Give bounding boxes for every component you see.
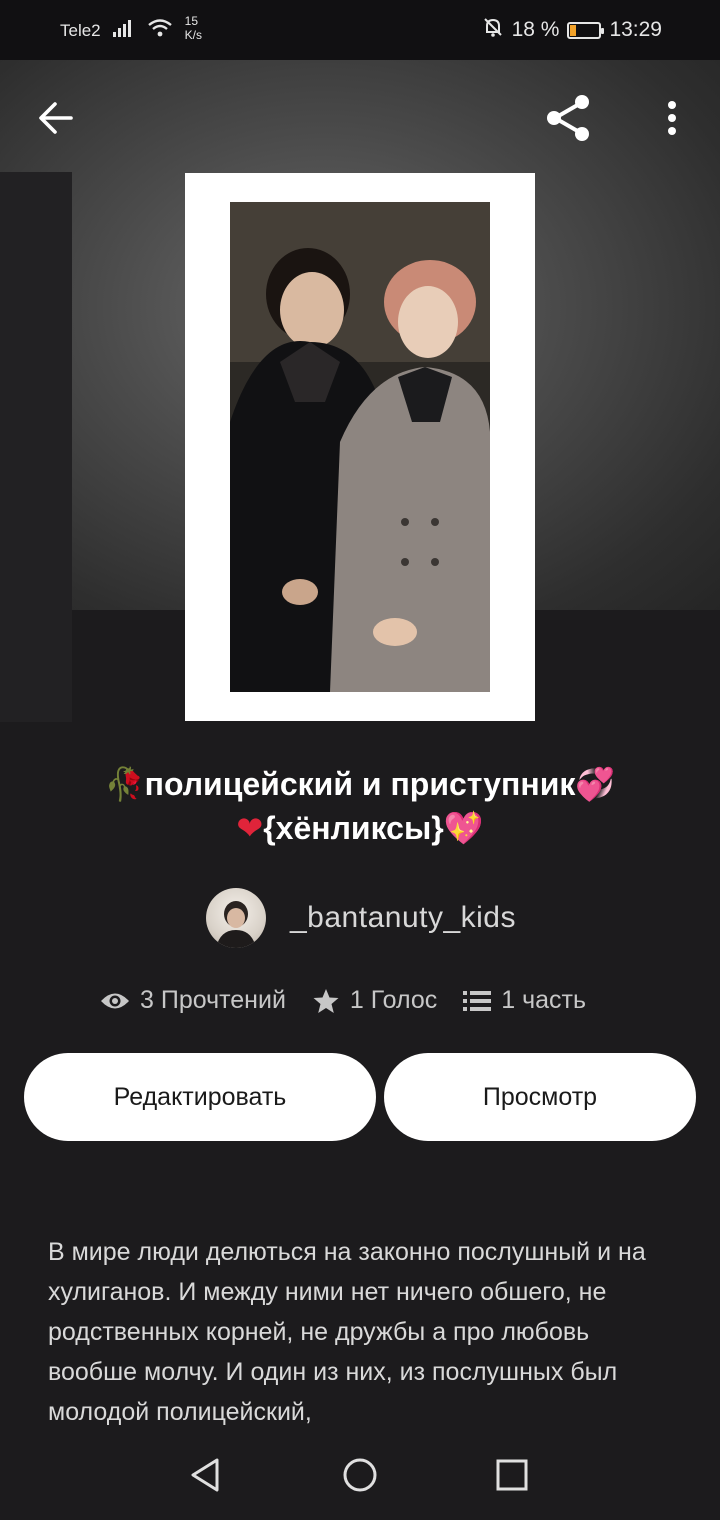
author-row[interactable]: _bantanuty_kids	[206, 888, 516, 948]
app-bar	[0, 60, 720, 170]
parts-stat: 1 часть	[463, 986, 586, 1015]
carrier-label: Tele2	[60, 20, 101, 40]
parts-count: 1 часть	[501, 986, 587, 1014]
status-bar: Tele2 15 K/s 18 % 13:29	[0, 0, 720, 60]
wilted-rose-icon: 🥀	[104, 766, 145, 802]
clock: 13:29	[609, 18, 662, 41]
status-right: 18 % 13:29	[482, 16, 662, 44]
cover-illustration	[230, 202, 490, 692]
battery-icon	[567, 21, 605, 39]
story-cover[interactable]	[185, 173, 535, 721]
title-line-1: 🥀полицейский и приступник💞	[40, 762, 680, 806]
speed-value: 15	[184, 13, 198, 28]
hearts-icon: 💞	[575, 766, 616, 802]
more-options-button[interactable]	[646, 90, 698, 146]
eye-icon	[101, 993, 129, 1008]
reads-count: 3 Прочтений	[140, 986, 286, 1014]
preview-button[interactable]: Просмотр	[384, 1053, 696, 1141]
sparkling-heart-icon: 💖	[443, 810, 484, 846]
nav-home-button[interactable]	[335, 1450, 385, 1500]
mute-bell-icon	[482, 16, 504, 44]
nav-back-button[interactable]	[180, 1450, 230, 1500]
cover-photo	[230, 202, 490, 692]
speed-unit: K/s	[184, 27, 202, 42]
share-icon	[547, 95, 589, 141]
avatar[interactable]	[206, 888, 266, 948]
star-icon	[313, 988, 339, 1013]
author-name[interactable]: _bantanuty_kids	[290, 901, 516, 935]
heart-icon: ❤	[236, 810, 264, 846]
arrow-left-icon	[39, 102, 73, 134]
title-text-1: полицейский и приступник	[144, 766, 576, 802]
nav-recents-button[interactable]	[487, 1450, 537, 1500]
share-button[interactable]	[540, 90, 596, 146]
triangle-back-icon	[191, 1458, 219, 1492]
circle-home-icon	[343, 1458, 377, 1492]
reads-stat: 3 Прочтений	[100, 986, 286, 1015]
status-left: Tele2 15 K/s	[60, 14, 202, 43]
network-speed: 15 K/s	[185, 14, 202, 42]
story-stats: 3 Прочтений 1 Голос 1 часть	[100, 986, 586, 1015]
back-button[interactable]	[28, 90, 84, 146]
more-vertical-icon	[668, 101, 676, 135]
votes-stat: 1 Голос	[312, 986, 437, 1015]
signal-icon	[112, 19, 135, 42]
hero-side-panel	[0, 172, 72, 722]
navigation-bar	[0, 1430, 720, 1520]
wifi-icon	[147, 18, 173, 43]
list-icon	[463, 990, 492, 1011]
square-recents-icon	[496, 1459, 528, 1491]
edit-button[interactable]: Редактировать	[24, 1053, 376, 1141]
story-description: В мире люди делються на законно послушны…	[48, 1238, 646, 1426]
title-text-2: {хёнликсы}	[263, 810, 444, 846]
title-line-2: ❤{хёнликсы}💖	[40, 806, 680, 850]
story-title: 🥀полицейский и приступник💞 ❤{хёнликсы}💖	[40, 762, 680, 850]
battery-percent: 18 %	[511, 18, 560, 41]
votes-count: 1 Голос	[349, 986, 438, 1014]
